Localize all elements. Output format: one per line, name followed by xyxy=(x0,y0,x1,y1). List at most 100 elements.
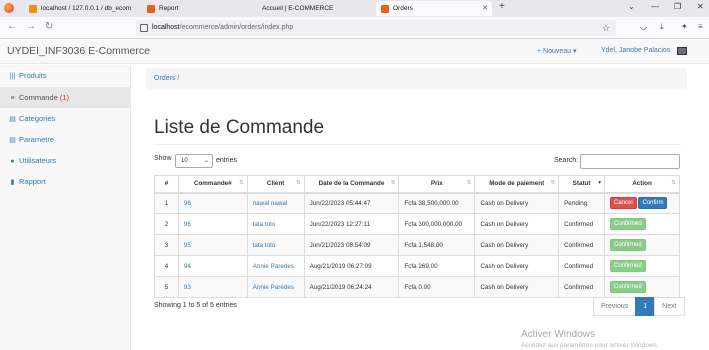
confirmed-button[interactable]: Confirmed xyxy=(610,218,646,230)
client-link[interactable]: nawal nawal xyxy=(253,200,288,207)
order-status: Confirmed xyxy=(558,234,606,256)
bookmark-star-icon[interactable]: ☆ xyxy=(602,20,610,36)
page-title: Liste de Commande xyxy=(154,117,325,138)
tab-title: localhost / 127.0.0.1 / db_ecom xyxy=(41,5,132,12)
address-bar[interactable]: localhost/ecommerce/admin/orders/index.p… xyxy=(136,20,616,36)
breadcrumb-orders-link[interactable]: Orders xyxy=(154,75,175,82)
orders-table: # Commande# ⇅ Client ⇅ Date de la Commande… xyxy=(154,175,680,298)
sidebar-item-label: Utilisateurs xyxy=(19,156,57,165)
sidebar: ||| Produits ≡ Commande (1) ▤ Categories ▤ P… xyxy=(0,65,131,350)
sidebar-item-commande[interactable]: ≡ Commande (1) xyxy=(0,87,130,108)
row-number: 3 xyxy=(154,234,179,256)
column-header-number[interactable]: # xyxy=(154,175,179,194)
confirmed-button[interactable]: Confirmed xyxy=(610,260,646,272)
page-1-button[interactable]: 1 xyxy=(635,297,656,316)
column-header-action[interactable]: Action ⇅ xyxy=(604,175,680,194)
row-number: 1 xyxy=(154,192,179,214)
order-link[interactable]: 93 xyxy=(184,284,191,291)
phpmyadmin-favicon-icon xyxy=(29,5,37,13)
order-link[interactable]: 94 xyxy=(184,263,191,270)
client-link[interactable]: Annie Paredes xyxy=(253,263,294,270)
column-header-commande[interactable]: Commande# ⇅ xyxy=(177,175,248,194)
payment-mode: Cash on Delivery xyxy=(474,255,560,277)
brand-title[interactable]: UYDEI_INF3036 E-Commerce xyxy=(7,45,150,57)
tab-report[interactable]: Report xyxy=(142,1,252,16)
app-navbar: UYDEI_INF3036 E-Commerce + Nouveau ▾ Yde… xyxy=(0,39,709,64)
reload-icon[interactable]: ↻ xyxy=(45,21,53,32)
order-status: Pending xyxy=(558,192,606,214)
list-icon: ≡ xyxy=(10,95,15,102)
confirmed-button[interactable]: Confirmed xyxy=(610,239,646,251)
divider xyxy=(154,144,681,145)
search-label: Search: xyxy=(554,157,579,164)
confirm-button[interactable]: Confirm xyxy=(638,197,668,210)
column-header-statut[interactable]: Statut ▾ xyxy=(558,175,606,194)
list-alt-icon: ▤ xyxy=(9,116,16,123)
entries-label: entries xyxy=(216,157,238,164)
order-date: Aug/21/2019 06:27:09 xyxy=(303,255,400,277)
pagination: Previous 1 Next xyxy=(593,297,685,316)
user-icon: ● xyxy=(10,158,15,165)
column-header-date[interactable]: Date de la Commande ⇅ xyxy=(303,175,400,194)
tab-accueil[interactable]: Accueil | E-COMMERCE xyxy=(252,1,370,16)
next-button[interactable]: Next xyxy=(654,297,685,316)
window-close-icon[interactable]: ✕ xyxy=(697,2,704,11)
user-menu[interactable]: Ydel, Janobe Palacios xyxy=(601,47,670,54)
column-header-client[interactable]: Client ⇅ xyxy=(246,175,305,194)
order-date: Jun/21/2023 08:54:09 xyxy=(303,234,400,256)
chevron-down-icon: ⌄ xyxy=(203,158,209,164)
minimize-icon[interactable]: — xyxy=(651,2,659,11)
order-status: Confirmed xyxy=(558,213,606,235)
windows-activation-title: Activer Windows xyxy=(521,329,595,340)
order-link[interactable]: 98 xyxy=(184,200,191,207)
order-price: Fcfa 300,000,000.00 xyxy=(398,213,476,235)
client-link[interactable]: tata toto xyxy=(253,221,276,228)
forward-icon[interactable]: → xyxy=(26,21,36,32)
previous-button[interactable]: Previous xyxy=(593,297,637,316)
order-price: Fcfa 1,548.00 xyxy=(398,234,476,256)
nouveau-dropdown[interactable]: + Nouveau ▾ xyxy=(537,47,577,55)
breadcrumb: Orders / xyxy=(146,68,687,89)
sort-desc-icon: ▾ xyxy=(598,180,602,186)
report-favicon-icon xyxy=(147,5,155,13)
tab-orders[interactable]: Orders ✕ xyxy=(376,1,492,16)
sidebar-item-label: Categories xyxy=(19,114,56,123)
downloads-icon[interactable]: ⤓ xyxy=(660,22,664,32)
row-number: 4 xyxy=(154,255,179,277)
order-link[interactable]: 96 xyxy=(184,221,191,228)
order-link[interactable]: 95 xyxy=(184,242,191,249)
search-input[interactable] xyxy=(580,154,680,169)
cancel-button[interactable]: Cancel xyxy=(610,197,637,210)
table-row: 5 93 Annie Paredes Aug/21/2019 06:24:24 … xyxy=(154,276,680,298)
confirmed-button[interactable]: Confirmed xyxy=(610,281,646,293)
sidebar-item-parametre[interactable]: ▤ Parametre xyxy=(0,129,130,150)
column-header-paiement[interactable]: Mode de paiement ⇅ xyxy=(474,175,560,194)
maximize-icon[interactable]: ❐ xyxy=(674,2,681,11)
order-date: Aug/21/2019 06:24:24 xyxy=(303,276,400,298)
client-link[interactable]: tata toto xyxy=(253,242,276,249)
sidebar-item-utilisateurs[interactable]: ● Utilisateurs xyxy=(0,150,130,171)
extensions-icon[interactable]: ✦ xyxy=(681,22,688,31)
firefox-logo-icon[interactable] xyxy=(4,3,14,13)
sort-icon: ⇅ xyxy=(671,180,676,186)
tab-phpmyadmin[interactable]: localhost / 127.0.0.1 / db_ecom xyxy=(24,1,136,16)
page-size-select[interactable]: 10 ⌄ xyxy=(175,154,213,168)
list-all-tabs-icon[interactable]: ⌄ xyxy=(628,2,635,11)
browser-tab-strip: localhost / 127.0.0.1 / db_ecom Report A… xyxy=(0,0,709,17)
show-label: Show xyxy=(154,155,172,162)
back-icon[interactable]: ← xyxy=(7,21,17,32)
column-header-prix[interactable]: Prix ⇅ xyxy=(398,175,476,194)
tab-title: Accueil | E-COMMERCE xyxy=(262,5,334,12)
url-host: localhost xyxy=(152,24,180,31)
payment-mode: Cash on Delivery xyxy=(474,234,560,256)
new-tab-icon[interactable]: + xyxy=(499,1,505,12)
sidebar-item-produits[interactable]: ||| Produits xyxy=(0,65,130,86)
menu-icon[interactable]: ≡ xyxy=(698,22,703,31)
avatar[interactable] xyxy=(677,47,687,55)
sidebar-item-categories[interactable]: ▤ Categories xyxy=(0,108,130,129)
close-icon[interactable]: ✕ xyxy=(482,1,488,16)
table-row: 3 95 tata toto Jun/21/2023 08:54:09 Fcfa… xyxy=(154,234,680,256)
pocket-icon[interactable]: ◡ xyxy=(640,22,647,31)
client-link[interactable]: Annie Paredes xyxy=(253,284,294,291)
sidebar-item-rapport[interactable]: ▮ Rapport xyxy=(0,171,130,192)
